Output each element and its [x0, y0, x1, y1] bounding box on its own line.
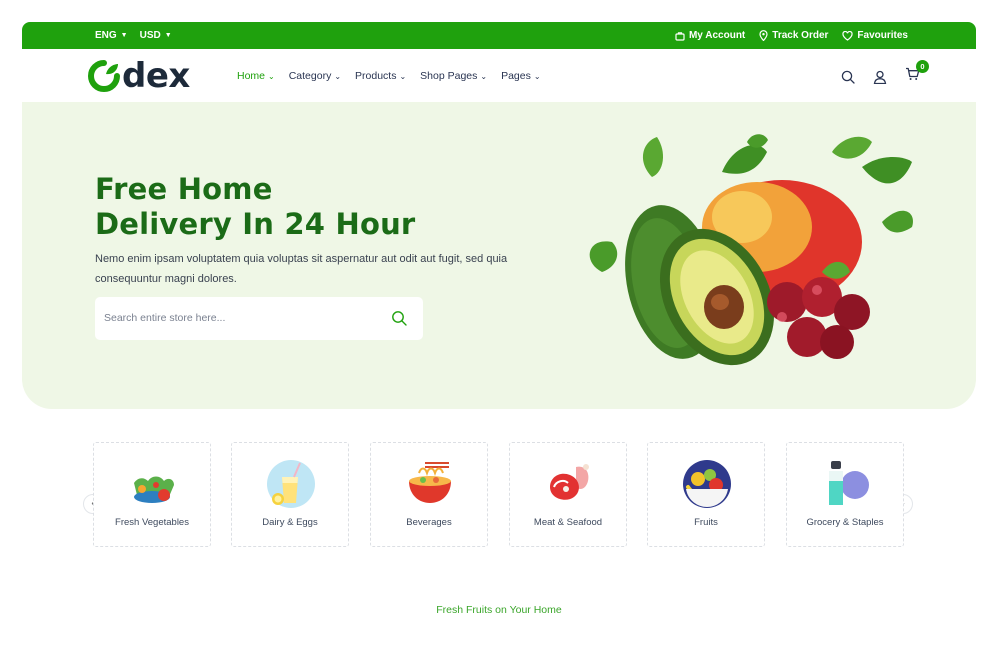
chevron-down-icon: ⌄ [533, 71, 541, 81]
hero-title-line1: Free Home [95, 172, 273, 206]
chevron-down-icon: ⌄ [399, 71, 407, 81]
category-card-beverages[interactable]: Beverages [370, 442, 488, 547]
nav-item-products[interactable]: Products ⌄ [355, 70, 406, 82]
category-label: Fresh Vegetables [115, 517, 189, 528]
category-card-fresh-vegetables[interactable]: Fresh Vegetables [93, 442, 211, 547]
track-order-link[interactable]: Track Order [759, 30, 828, 41]
cart-count-badge: 0 [916, 60, 929, 73]
language-label: ENG [95, 30, 117, 41]
header-icons: 0 [841, 60, 929, 86]
currency-label: USD [139, 30, 161, 41]
category-card-dairy-eggs[interactable]: Dairy & Eggs [231, 442, 349, 547]
chevron-down-icon: ▼ [120, 32, 128, 39]
hero-title-line2: Delivery In 24 Hour [95, 207, 416, 241]
briefcase-icon [675, 31, 685, 41]
category-label: Meat & Seafood [533, 517, 603, 528]
nav-item-home[interactable]: Home ⌄ [237, 70, 275, 82]
favourites-link[interactable]: Favourites [842, 30, 908, 41]
category-label: Dairy & Eggs [262, 517, 318, 528]
logo-text: dex [122, 56, 190, 96]
user-icon[interactable] [873, 70, 887, 84]
search-icon[interactable] [841, 70, 855, 84]
chevron-down-icon: ⌄ [268, 71, 275, 81]
juice-icon [267, 460, 315, 508]
nav-label: Home [237, 70, 266, 82]
hero-title: Free Home Delivery In 24 Hour [95, 172, 415, 242]
nav-label: Pages [501, 70, 531, 82]
heart-icon [842, 30, 854, 41]
main-nav: Home ⌄ Category ⌄ Products ⌄ Shop Pages ⌄ Pa… [237, 70, 541, 82]
page-frame: ENG ▼ USD ▼ My Account Track Order Favou… [22, 22, 976, 640]
category-card-fruits[interactable]: Fruits [647, 442, 765, 547]
fruits-illustration [589, 134, 913, 366]
search-input[interactable] [104, 309, 364, 327]
search-icon[interactable] [391, 310, 407, 326]
category-label: Fruits [694, 517, 718, 528]
category-card-grocery-staples[interactable]: Grocery & Staples [786, 442, 904, 547]
category-label: Beverages [406, 517, 452, 528]
nav-label: Products [355, 70, 397, 82]
my-account-label: My Account [688, 30, 746, 41]
chevron-down-icon: ⌄ [480, 71, 488, 81]
main-header: dex Home ⌄ Category ⌄ Products ⌄ Shop Pages… [22, 49, 976, 102]
chevron-down-icon: ▼ [164, 32, 172, 39]
category-carousel: Fresh Vegetables Dairy & Eggs Beverages … [22, 442, 976, 548]
fruit-bowl-icon [683, 460, 731, 508]
logo-mark-icon [88, 60, 120, 92]
nav-item-pages[interactable]: Pages ⌄ [501, 70, 540, 82]
my-account-link[interactable]: My Account [675, 30, 745, 41]
nav-item-category[interactable]: Category ⌄ [289, 70, 341, 82]
nav-label: Shop Pages [420, 70, 478, 82]
hero-search-box [95, 297, 423, 340]
location-pin-icon [759, 30, 768, 41]
category-label: Grocery & Staples [806, 517, 884, 528]
language-select[interactable]: ENG ▼ [95, 30, 128, 41]
vegetables-icon [134, 476, 174, 503]
noodle-bowl-icon [409, 462, 451, 503]
site-logo[interactable]: dex [88, 56, 190, 96]
hero-banner: Free Home Delivery In 24 Hour Nemo enim … [22, 102, 976, 409]
track-order-label: Track Order [772, 30, 829, 41]
favourites-label: Favourites [857, 30, 908, 41]
meat-icon [550, 464, 589, 500]
grocery-icon [829, 461, 869, 505]
currency-select[interactable]: USD ▼ [140, 30, 172, 41]
nav-item-shop-pages[interactable]: Shop Pages ⌄ [420, 70, 487, 82]
cart-button[interactable]: 0 [905, 60, 929, 86]
section-tagline: Fresh Fruits on Your Home [436, 604, 562, 616]
nav-label: Category [288, 70, 332, 82]
hero-description: Nemo enim ipsam voluptatem quia voluptas… [95, 253, 508, 285]
top-bar: ENG ▼ USD ▼ My Account Track Order Favou… [22, 22, 976, 49]
chevron-down-icon: ⌄ [334, 71, 342, 81]
category-card-meat-seafood[interactable]: Meat & Seafood [509, 442, 627, 547]
